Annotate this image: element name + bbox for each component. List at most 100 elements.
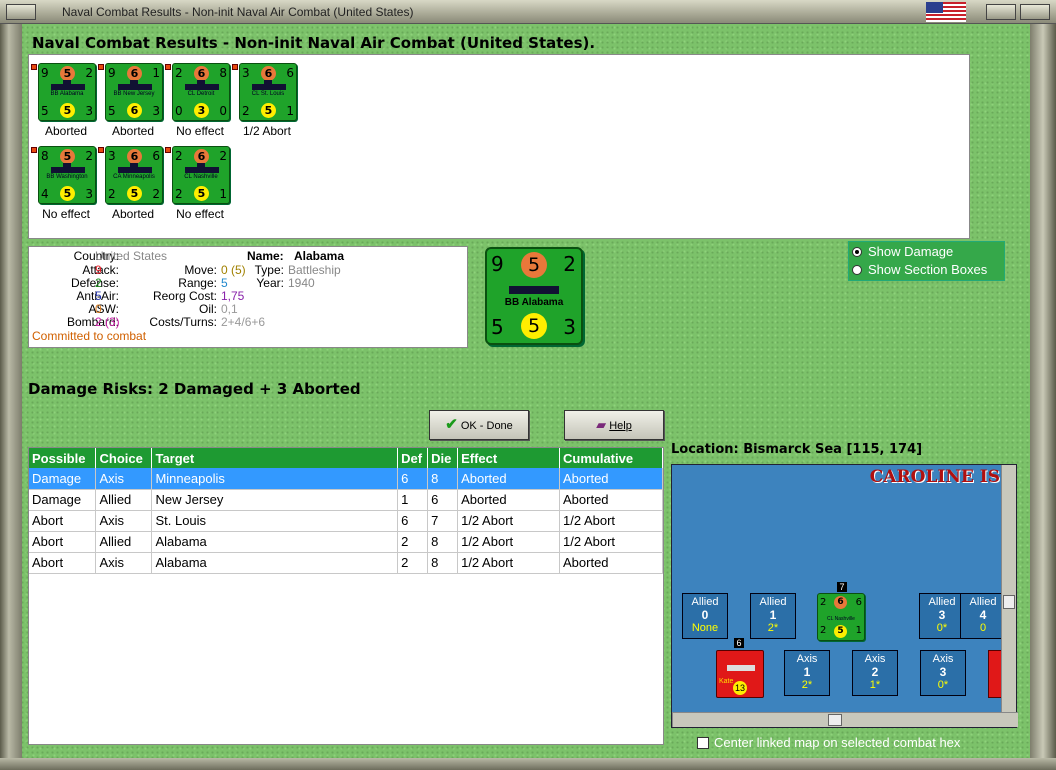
ok-done-button[interactable]: ✔ OK - Done: [429, 410, 529, 440]
section-number: 4: [979, 608, 987, 622]
window-menu-button[interactable]: [6, 4, 36, 20]
table-cell: Axis: [95, 510, 153, 532]
table-cell: 1/2 Abort: [559, 510, 663, 532]
column-header[interactable]: Die: [427, 448, 459, 468]
column-header[interactable]: Target: [151, 448, 399, 468]
unit-bottom-value: 5: [834, 625, 847, 638]
ok-done-label: OK - Done: [460, 420, 513, 432]
minimize-button[interactable]: [986, 4, 1016, 20]
show-section-radio[interactable]: [852, 265, 862, 275]
committed-status: Committed to combat: [32, 329, 147, 343]
axis-section-box[interactable]: Axis 3 0*: [920, 650, 966, 696]
unit-attack: 2: [175, 66, 183, 80]
plane-icon: [727, 665, 755, 671]
show-section-label[interactable]: Show Section Boxes: [868, 262, 987, 277]
map-hscroll-thumb[interactable]: [828, 714, 842, 726]
us-flag-icon: [926, 2, 966, 22]
table-row[interactable]: Damage Allied New Jersey 1 6 Aborted Aborted: [29, 489, 663, 511]
window-frame-right: [1030, 0, 1056, 770]
table-row[interactable]: Damage Axis Minneapolis 6 8 Aborted Aborted: [29, 468, 663, 490]
big-top-value: 5: [521, 252, 547, 278]
table-cell: 8: [427, 531, 459, 553]
table-row[interactable]: Abort Axis St. Louis 6 7 1/2 Abort 1/2 Abort: [29, 510, 663, 532]
table-row[interactable]: Abort Allied Alabama 2 8 1/2 Abort 1/2 Abort: [29, 531, 663, 553]
unit-top-value: 6: [261, 66, 276, 81]
show-damage-radio[interactable]: [852, 247, 862, 257]
table-row[interactable]: Abort Axis Alabama 2 8 1/2 Abort Aborted: [29, 552, 663, 574]
costs-value: 2+4/6+6: [221, 315, 266, 329]
allied-section-box[interactable]: Allied 3 0*: [919, 593, 965, 639]
unit-counter[interactable]: 2 6 8 CL Detroit 0 3 0: [172, 63, 230, 121]
column-header[interactable]: Cumulative: [559, 448, 663, 468]
unit-counter[interactable]: 8 5 2 BB Washington 4 5 3: [38, 146, 96, 204]
big-unit-name: BB Alabama: [504, 297, 564, 308]
unit-bottom-right: 3: [152, 104, 160, 118]
selected-unit-counter: 9 5 2 BB Alabama 5 5 3: [485, 247, 583, 345]
big-bottom-right: 3: [563, 315, 576, 339]
axis-section-box[interactable]: Axis 1 2*: [784, 650, 830, 696]
unit-bottom-right: 2: [152, 187, 160, 201]
unit-counter[interactable]: 3 6 6 CA Minneapolis 2 5 2: [105, 146, 163, 204]
unit-result: 1/2 Abort: [242, 124, 292, 138]
table-cell: Aborted: [457, 468, 560, 490]
map-vertical-scrollbar[interactable]: [1001, 465, 1016, 713]
column-header[interactable]: Def: [397, 448, 429, 468]
map-region-label: CAROLINE IS: [869, 467, 1000, 487]
stack-count-badge: 6: [734, 638, 744, 648]
big-attack: 9: [491, 252, 504, 276]
column-header[interactable]: Possible: [29, 448, 97, 468]
table-cell: New Jersey: [151, 489, 399, 511]
unit-top-value: 5: [60, 66, 75, 81]
table-cell: 2: [397, 531, 429, 553]
air-unit-value: 13: [733, 681, 747, 695]
combat-map[interactable]: CAROLINE IS Allied 0 None Allied 1 2* Allied 3 0…: [671, 464, 1018, 728]
unit-top-value: 6: [127, 66, 142, 81]
unit-bottom-value: 5: [194, 186, 209, 201]
unit-bottom-right: 3: [85, 187, 93, 201]
unit-defense: 6: [855, 597, 862, 608]
table-cell: 1/2 Abort: [457, 510, 560, 532]
unit-result: Aborted: [111, 124, 155, 138]
help-button[interactable]: ▰ Help: [564, 410, 664, 440]
offscreen-unit-counter[interactable]: [988, 650, 1002, 698]
table-cell: 1/2 Abort: [457, 552, 560, 574]
axis-air-unit-counter[interactable]: Kate 13: [716, 650, 764, 698]
table-cell: 1: [397, 489, 429, 511]
unit-name: BB New Jersey: [113, 91, 155, 97]
table-cell: Minneapolis: [151, 468, 399, 490]
maximize-button[interactable]: [1020, 4, 1050, 20]
unit-bottom-left: 5: [41, 104, 49, 118]
column-header[interactable]: Effect: [457, 448, 560, 468]
results-table: Possible Choice Target Def Die Effect Cumulati…: [29, 448, 663, 574]
allied-section-box[interactable]: Allied 0 None: [682, 593, 728, 639]
unit-counter[interactable]: 3 6 6 CL St. Louis 2 5 1: [239, 63, 297, 121]
unit-counter[interactable]: 2 6 2 CL Nashville 2 5 1: [172, 146, 230, 204]
show-damage-label[interactable]: Show Damage: [868, 244, 953, 259]
unit-bottom-right: 1: [219, 187, 227, 201]
unit-top-value: 5: [60, 149, 75, 164]
unit-top-value: 6: [834, 596, 847, 609]
axis-section-box[interactable]: Axis 2 1*: [852, 650, 898, 696]
allied-section-box[interactable]: Allied 4 0: [960, 593, 1006, 639]
unit-bottom-value: 5: [60, 103, 75, 118]
name-label: Name:: [247, 249, 284, 263]
table-cell: Abort: [29, 510, 97, 532]
unit-marker-icon: [232, 64, 238, 70]
map-unit-counter[interactable]: 2 6 6 CL Nashville 2 5 1: [817, 593, 865, 641]
unit-result: Aborted: [44, 124, 88, 138]
section-number: 3: [938, 608, 946, 622]
unit-counter[interactable]: 9 5 2 BB Alabama 5 5 3: [38, 63, 96, 121]
unit-marker-icon: [165, 147, 171, 153]
section-status: 1*: [869, 679, 881, 691]
air-unit-name: Kate: [719, 678, 734, 685]
unit-counter[interactable]: 9 6 1 BB New Jersey 5 6 3: [105, 63, 163, 121]
center-map-label[interactable]: Center linked map on selected combat hex: [714, 735, 960, 750]
title-bar[interactable]: Naval Combat Results - Non-init Naval Ai…: [0, 0, 1056, 24]
center-map-checkbox[interactable]: [697, 737, 709, 749]
unit-top-value: 6: [127, 149, 142, 164]
allied-section-box[interactable]: Allied 1 2*: [750, 593, 796, 639]
stack-count-badge: 7: [837, 582, 847, 592]
column-header[interactable]: Choice: [95, 448, 153, 468]
map-horizontal-scrollbar[interactable]: [672, 712, 1018, 727]
map-vscroll-thumb[interactable]: [1003, 595, 1015, 609]
